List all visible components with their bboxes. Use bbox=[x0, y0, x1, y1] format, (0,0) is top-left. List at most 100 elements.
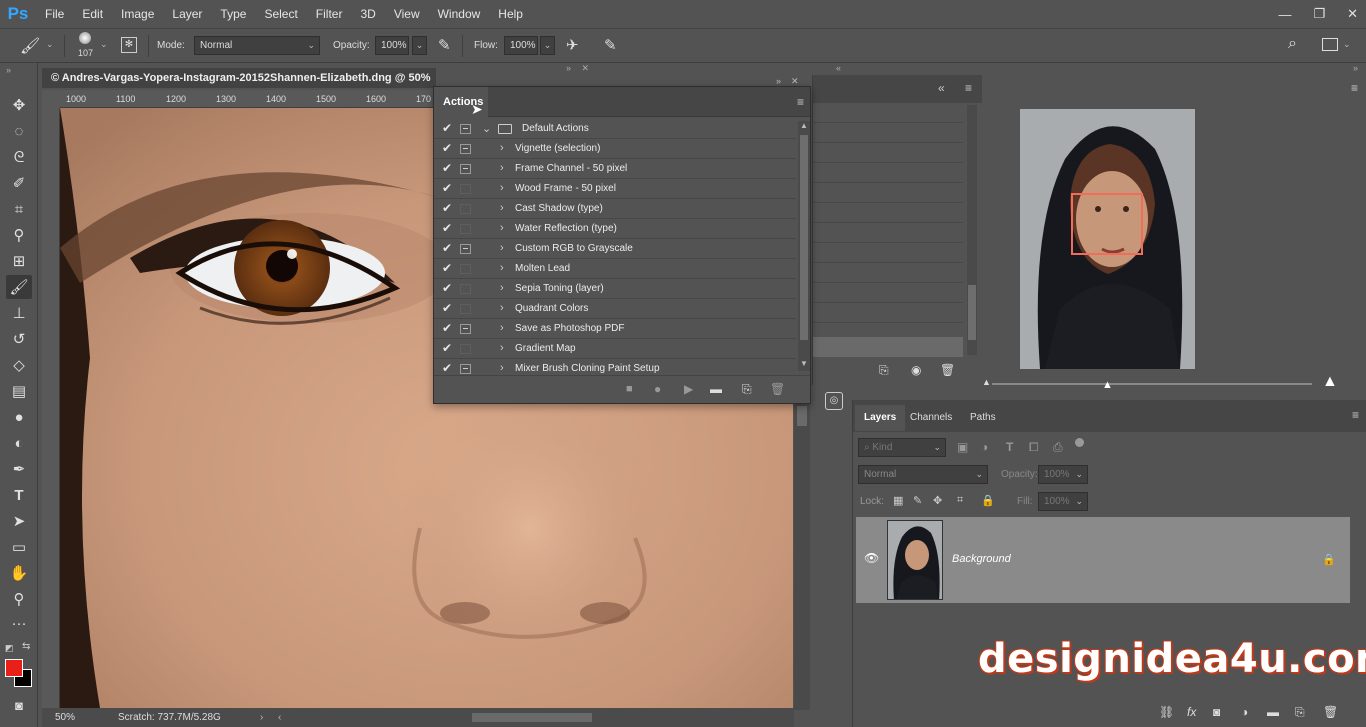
dialog-toggle-icon[interactable] bbox=[460, 144, 471, 154]
quick-selection-tool-icon[interactable]: ✐ bbox=[6, 171, 32, 195]
blend-mode-dropdown[interactable]: Normal ⌄ bbox=[858, 465, 988, 484]
zoom-tool-icon[interactable]: ⚲ bbox=[6, 587, 32, 611]
filter-adjustment-icon[interactable]: ◑ bbox=[981, 440, 988, 454]
action-item[interactable]: ✔ › Wood Frame - 50 pixel bbox=[434, 179, 796, 199]
navigator-menu-icon[interactable]: ≡ bbox=[1351, 81, 1358, 95]
action-item[interactable]: ✔ › Custom RGB to Grayscale bbox=[434, 239, 796, 259]
actions-menu-icon[interactable]: ≡ bbox=[797, 95, 804, 109]
chevron-right-icon[interactable]: › bbox=[500, 142, 504, 154]
new-layer-icon[interactable]: ⎘ bbox=[1295, 705, 1305, 720]
dialog-toggle-icon[interactable] bbox=[460, 364, 471, 374]
collapse-icon[interactable]: « bbox=[938, 81, 945, 95]
history-list[interactable] bbox=[813, 103, 963, 353]
chevron-right-icon[interactable]: › bbox=[500, 162, 504, 174]
history-scrollbar-thumb[interactable] bbox=[968, 285, 976, 340]
foreground-color-swatch[interactable] bbox=[5, 659, 23, 677]
lock-pixels-brush-icon[interactable]: ✎ bbox=[913, 494, 922, 507]
marquee-tool-icon[interactable]: ◌ bbox=[6, 119, 32, 143]
workspace-chevron-icon[interactable]: ⌄ bbox=[1343, 39, 1351, 50]
menu-select[interactable]: Select bbox=[255, 0, 306, 28]
rectangle-tool-icon[interactable]: ▭ bbox=[6, 535, 32, 559]
collapse-right-dock-icon[interactable]: « bbox=[836, 63, 841, 73]
layers-menu-icon[interactable]: ≡ bbox=[1352, 408, 1359, 422]
brush-tool-icon[interactable]: 🖌 bbox=[20, 36, 40, 56]
check-icon[interactable]: ✔ bbox=[442, 261, 452, 275]
collapse-toolbar-icon[interactable]: » bbox=[6, 65, 11, 75]
chevron-right-icon[interactable]: › bbox=[500, 342, 504, 354]
check-icon[interactable]: ✔ bbox=[442, 221, 452, 235]
eyedropper-tool-icon[interactable]: ⚲ bbox=[6, 223, 32, 247]
chevron-down-icon[interactable]: ⌄ bbox=[482, 122, 491, 135]
default-colors-icon[interactable]: ◩ bbox=[5, 643, 14, 654]
action-item[interactable]: ✔ › Water Reflection (type) bbox=[434, 219, 796, 239]
pressure-size-icon[interactable]: ✎ bbox=[604, 36, 617, 54]
dialog-toggle-icon[interactable] bbox=[460, 184, 471, 194]
scroll-down-icon[interactable]: ▼ bbox=[800, 359, 808, 368]
dialog-toggle-icon[interactable] bbox=[460, 264, 471, 274]
dodge-tool-icon[interactable]: ◐ bbox=[6, 431, 32, 455]
stop-icon[interactable]: ■ bbox=[626, 383, 633, 395]
check-icon[interactable]: ✔ bbox=[442, 141, 452, 155]
navigator-view-box[interactable] bbox=[1071, 193, 1143, 255]
check-icon[interactable]: ✔ bbox=[442, 301, 452, 315]
restore-button[interactable]: ❐ bbox=[1313, 6, 1325, 22]
type-tool-icon[interactable]: T bbox=[6, 483, 32, 507]
chevron-right-icon[interactable]: › bbox=[500, 362, 504, 374]
dialog-toggle-icon[interactable] bbox=[460, 164, 471, 174]
minimize-button[interactable]: — bbox=[1278, 7, 1291, 22]
edit-toolbar-icon[interactable]: ··· bbox=[6, 611, 32, 635]
action-item[interactable]: ✔ › Molten Lead bbox=[434, 259, 796, 279]
close-panel-icon[interactable]: ✕ bbox=[582, 63, 590, 73]
scroll-left-icon[interactable]: ‹ bbox=[278, 708, 281, 727]
search-icon[interactable]: ⌕ bbox=[1288, 35, 1297, 53]
delete-layer-trash-icon[interactable]: 🗑 bbox=[1323, 705, 1338, 719]
new-group-folder-icon[interactable]: ▬ bbox=[1267, 705, 1279, 719]
tool-preset-chevron-icon[interactable]: ⌄ bbox=[46, 39, 54, 50]
crop-tool-icon[interactable]: ⌗ bbox=[6, 197, 32, 221]
check-icon[interactable]: ✔ bbox=[442, 321, 452, 335]
clone-stamp-tool-icon[interactable]: ⊥ bbox=[6, 301, 32, 325]
dialog-toggle-icon[interactable] bbox=[460, 124, 471, 134]
actions-scrollbar[interactable]: ▲ ▼ bbox=[798, 121, 810, 371]
navigator-thumbnail[interactable] bbox=[1020, 109, 1195, 369]
delete-state-trash-icon[interactable]: 🗑 bbox=[940, 363, 955, 377]
move-tool-icon[interactable]: ✥ bbox=[6, 93, 32, 117]
layer-opacity-input[interactable]: 100% ⌄ bbox=[1038, 465, 1088, 484]
swap-colors-icon[interactable]: ⇆ bbox=[22, 641, 30, 652]
ruler-origin[interactable] bbox=[42, 90, 60, 108]
layer-row-background[interactable]: 👁 Background 🔒 bbox=[856, 517, 1350, 603]
scroll-up-icon[interactable]: ▲ bbox=[800, 121, 808, 130]
menu-edit[interactable]: Edit bbox=[73, 0, 112, 28]
link-layers-icon[interactable]: ⛓ bbox=[1159, 705, 1174, 719]
dialog-toggle-icon[interactable] bbox=[460, 224, 471, 234]
dialog-toggle-icon[interactable] bbox=[460, 344, 471, 354]
collapse-panels-icon[interactable]: » bbox=[566, 63, 571, 73]
new-set-folder-icon[interactable]: ▬ bbox=[710, 382, 722, 396]
chevron-right-icon[interactable]: › bbox=[500, 182, 504, 194]
adjustment-layer-icon[interactable]: ◑ bbox=[1241, 705, 1248, 719]
lasso-tool-icon[interactable]: ᘓ bbox=[6, 145, 32, 169]
action-item[interactable]: ✔ › Quadrant Colors bbox=[434, 299, 796, 319]
properties-icon[interactable]: ◎ bbox=[825, 392, 843, 410]
check-icon[interactable]: ✔ bbox=[442, 281, 452, 295]
filter-toggle-icon[interactable] bbox=[1075, 438, 1084, 447]
layer-filter-kind-dropdown[interactable]: ⌕ Kind ⌄ bbox=[858, 438, 946, 457]
filter-type-icon[interactable]: T bbox=[1006, 440, 1013, 454]
panel-menu-icon[interactable]: ≡ bbox=[965, 81, 972, 95]
menu-image[interactable]: Image bbox=[112, 0, 163, 28]
zoom-out-mountain-icon[interactable]: ▲ bbox=[982, 377, 991, 387]
flow-slider-chevron-icon[interactable]: ⌄ bbox=[540, 36, 555, 55]
check-icon[interactable]: ✔ bbox=[442, 121, 452, 135]
filter-smart-object-icon[interactable]: ⎙ bbox=[1053, 440, 1063, 455]
filter-pixel-icon[interactable]: ▣ bbox=[957, 440, 968, 454]
hand-tool-icon[interactable]: ✋ bbox=[6, 561, 32, 585]
check-icon[interactable]: ✔ bbox=[442, 201, 452, 215]
menu-type[interactable]: Type bbox=[211, 0, 255, 28]
action-set-row[interactable]: ✔ ⌄ Default Actions bbox=[434, 119, 796, 139]
snapshot-camera-icon[interactable]: ◉ bbox=[911, 363, 921, 377]
close-button[interactable]: ✕ bbox=[1347, 6, 1358, 22]
navigator-zoom-handle[interactable]: ▲ bbox=[1102, 379, 1113, 391]
check-icon[interactable]: ✔ bbox=[442, 241, 452, 255]
eraser-tool-icon[interactable]: ◇ bbox=[6, 353, 32, 377]
new-document-from-state-icon[interactable]: ⎘ bbox=[879, 363, 889, 378]
